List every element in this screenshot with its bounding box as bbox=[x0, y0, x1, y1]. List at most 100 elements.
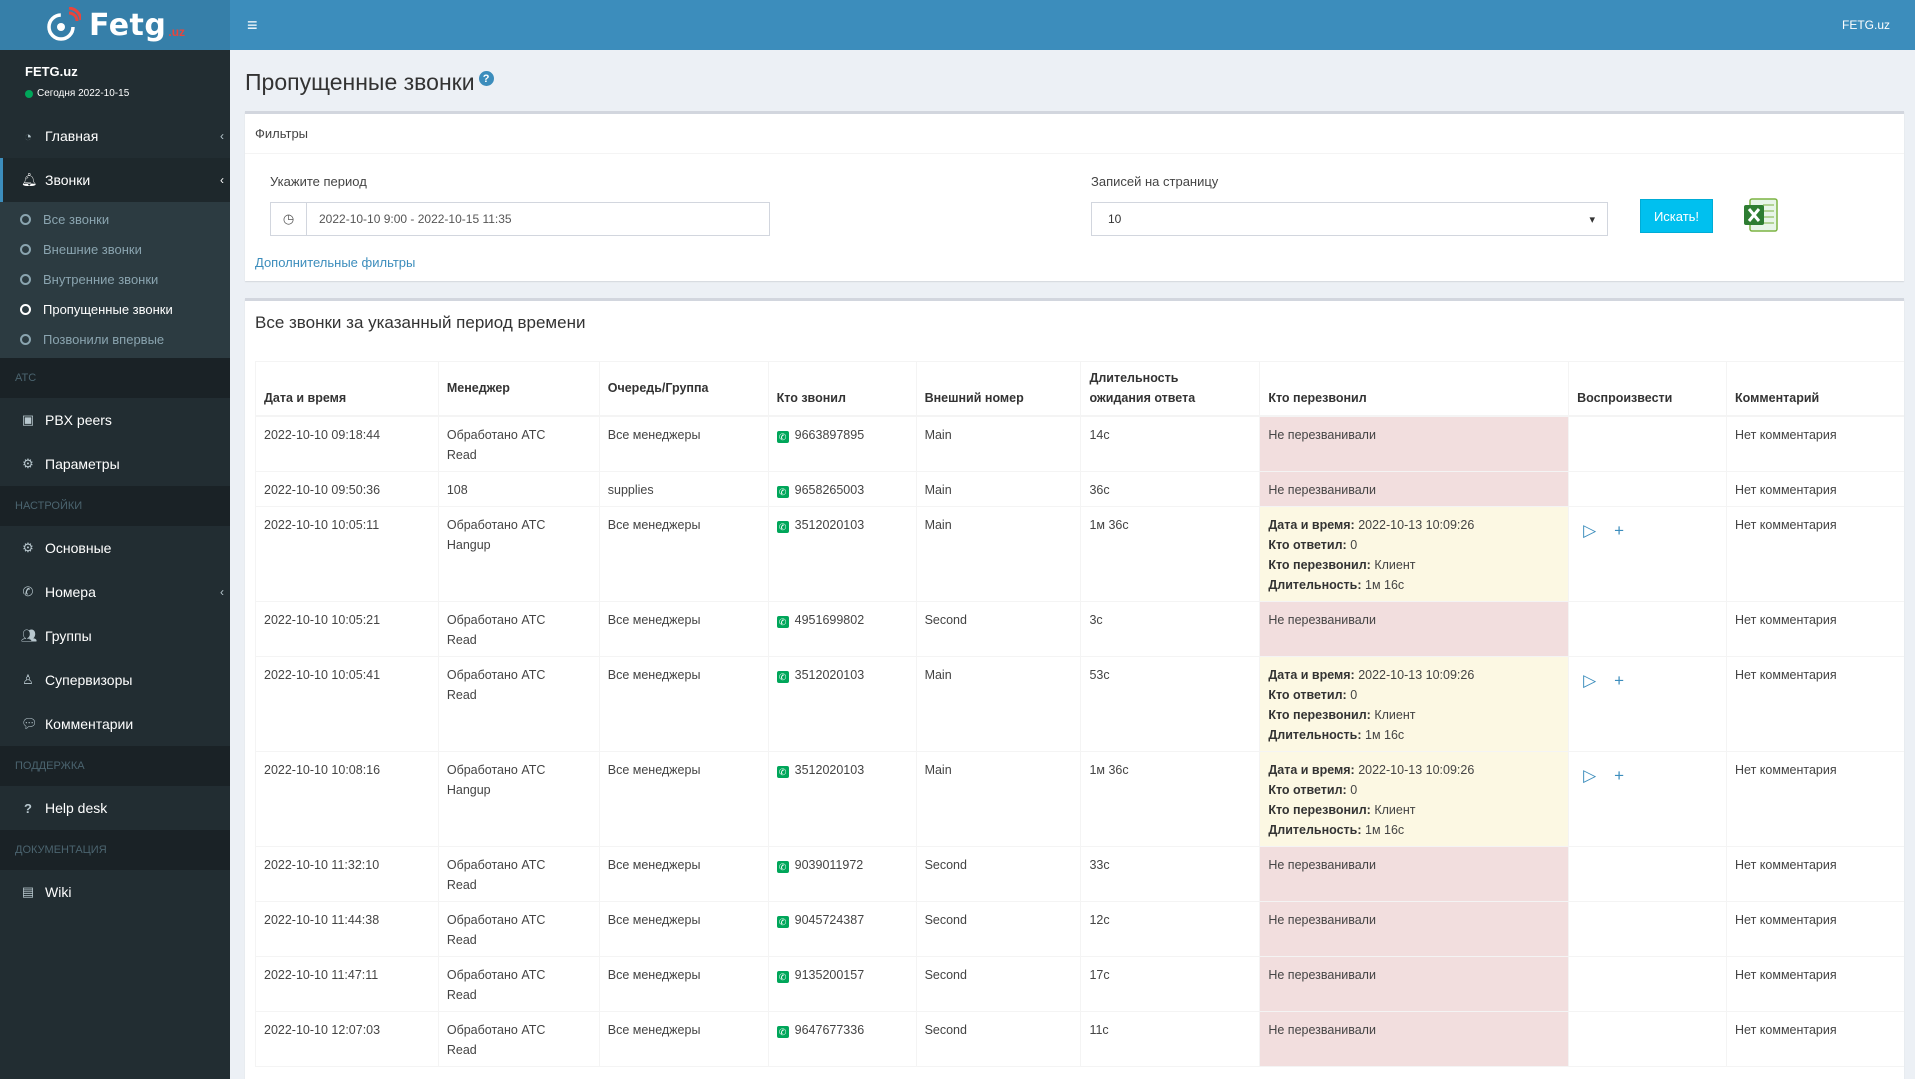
table-row: 2022-10-10 09:18:44 Обработано АТС Read Все… bbox=[255, 415, 1904, 472]
users-icon: 👥︎ bbox=[21, 628, 38, 643]
caller-cell: ✆ 3512020103 bbox=[767, 656, 917, 752]
sidebar-item-helpdesk[interactable]: ? Help desk bbox=[0, 786, 230, 830]
topbar-user[interactable]: FETG.uz bbox=[1842, 18, 1890, 32]
cb-answered-value: 0 bbox=[1350, 688, 1358, 702]
comment-cell[interactable]: Нет комментария bbox=[1726, 506, 1904, 602]
play-cell bbox=[1568, 1011, 1728, 1067]
online-dot-icon bbox=[25, 89, 33, 98]
sidebar-header-settings: НАСТРОЙКИ bbox=[0, 486, 230, 526]
col-wait[interactable]: Длительность ожидания ответа bbox=[1080, 361, 1261, 417]
sidebar-item-params[interactable]: ⚙ Параметры bbox=[0, 442, 230, 486]
play-icon[interactable]: ▷ bbox=[1583, 766, 1596, 786]
plus-icon[interactable]: + bbox=[1614, 766, 1624, 786]
phone-icon: ✆ bbox=[776, 971, 789, 983]
gear-icon: ⚙ bbox=[22, 540, 34, 555]
play-icon[interactable]: ▷ bbox=[1583, 671, 1596, 691]
user-status-text: Сегодня 2022-10-15 bbox=[37, 88, 130, 99]
col-comment[interactable]: Комментарий bbox=[1726, 361, 1904, 417]
excel-export-icon[interactable] bbox=[1742, 196, 1780, 234]
manager-cell: Обработано АТС Hangup bbox=[437, 751, 600, 847]
help-icon[interactable]: ? bbox=[478, 71, 494, 86]
callback-cell: Дата и время: 2022-10-13 10:09:26 Кто отв… bbox=[1259, 751, 1570, 847]
sidebar-item-calls[interactable]: 🔔︎ Звонки ‹ bbox=[0, 158, 230, 202]
caller-number[interactable]: 9663897895 bbox=[795, 428, 865, 442]
caller-number[interactable]: 9647677336 bbox=[795, 1023, 865, 1037]
wait-cell: 14с bbox=[1080, 415, 1261, 472]
sidebar-subitem-all-calls[interactable]: Все звонки bbox=[0, 204, 230, 234]
caller-cell: ✆ 9647677336 bbox=[767, 1011, 917, 1067]
phone-icon: ✆ bbox=[776, 486, 789, 498]
manager-status: Read bbox=[446, 448, 477, 462]
play-cell bbox=[1568, 901, 1728, 957]
sidebar-subitem-missed-calls[interactable]: Пропущенные звонки bbox=[0, 294, 230, 324]
col-play[interactable]: Воспроизвести bbox=[1568, 361, 1728, 417]
caller-number[interactable]: 4951699802 bbox=[795, 613, 865, 627]
comment-cell[interactable]: Нет комментария bbox=[1726, 846, 1904, 902]
play-icon[interactable]: ▷ bbox=[1583, 521, 1596, 541]
col-caller[interactable]: Кто звонил bbox=[767, 361, 917, 417]
manager-name: Обработано АТС bbox=[446, 913, 546, 927]
comment-cell[interactable]: Нет комментария bbox=[1726, 415, 1904, 472]
comment-cell[interactable]: Нет комментария bbox=[1726, 956, 1904, 1012]
queue-cell: supplies bbox=[598, 471, 769, 507]
sidebar-subitem-internal-calls[interactable]: Внутренние звонки bbox=[0, 264, 230, 294]
sidebar-subitem-external-calls[interactable]: Внешние звонки bbox=[0, 234, 230, 264]
caller-number[interactable]: 3512020103 bbox=[795, 518, 865, 532]
cb-called-back-label: Кто перезвонил: bbox=[1268, 803, 1371, 817]
cb-duration-value: 1м 16с bbox=[1365, 578, 1405, 592]
col-queue[interactable]: Очередь/Группа bbox=[598, 361, 769, 417]
sidebar-item-numbers[interactable]: ✆ Номера ‹ bbox=[0, 570, 230, 614]
sidebar-subitem-label: Все звонки bbox=[43, 211, 110, 227]
circle-icon bbox=[20, 243, 31, 255]
caller-number[interactable]: 9045724387 bbox=[795, 913, 865, 927]
datetime-cell: 2022-10-10 11:47:11 bbox=[255, 956, 439, 1012]
sidebar-item-label: Комментарии bbox=[45, 716, 134, 732]
col-datetime[interactable]: Дата и время bbox=[255, 361, 439, 417]
caller-number[interactable]: 9039011972 bbox=[795, 858, 864, 872]
plus-icon[interactable]: + bbox=[1614, 521, 1624, 541]
logo[interactable]: Fetg .uz bbox=[0, 0, 230, 50]
col-external[interactable]: Внешний номер bbox=[915, 361, 1082, 417]
plus-icon[interactable]: + bbox=[1614, 671, 1624, 691]
col-manager[interactable]: Менеджер bbox=[437, 361, 600, 417]
sidebar-item-supervisors[interactable]: ♙ Супервизоры bbox=[0, 658, 230, 702]
more-filters-link[interactable]: Дополнительные фильтры bbox=[255, 255, 415, 270]
callback-cell: Не перезванивали bbox=[1259, 601, 1570, 657]
calls-table: Дата и время Менеджер Очередь/Группа Кто… bbox=[255, 361, 1904, 1067]
cb-duration-label: Длительность: bbox=[1268, 728, 1362, 742]
search-button[interactable]: Искать! bbox=[1640, 199, 1713, 233]
col-callback[interactable]: Кто перезвонил bbox=[1259, 361, 1570, 417]
sidebar-item-pbx-peers[interactable]: ▣ PBX peers bbox=[0, 398, 230, 442]
sidebar-item-comments[interactable]: 💬︎ Комментарии bbox=[0, 702, 230, 746]
play-cell: ▷ + bbox=[1568, 656, 1728, 752]
sidebar-item-wiki[interactable]: ▤ Wiki bbox=[0, 870, 230, 914]
comment-cell[interactable]: Нет комментария bbox=[1726, 901, 1904, 957]
comment-cell[interactable]: Нет комментария bbox=[1726, 471, 1904, 507]
comment-cell[interactable]: Нет комментария bbox=[1726, 751, 1904, 847]
comment-cell[interactable]: Нет комментария bbox=[1726, 1011, 1904, 1067]
period-value: 2022-10-10 9:00 - 2022-10-15 11:35 bbox=[319, 212, 512, 226]
callback-cell: Не перезванивали bbox=[1259, 415, 1570, 472]
menu-toggle-icon[interactable]: ≡ bbox=[245, 15, 260, 36]
comment-cell[interactable]: Нет комментария bbox=[1726, 656, 1904, 752]
queue-cell: Все менеджеры bbox=[598, 656, 769, 752]
caller-number[interactable]: 9135200157 bbox=[795, 968, 865, 982]
comment-cell[interactable]: Нет комментария bbox=[1726, 601, 1904, 657]
user-name: FETG.uz bbox=[25, 64, 78, 79]
callback-cell: Дата и время: 2022-10-13 10:09:26 Кто отв… bbox=[1259, 506, 1570, 602]
external-cell: Main bbox=[915, 471, 1082, 507]
play-cell bbox=[1568, 471, 1728, 507]
phone-icon: ✆ bbox=[776, 1026, 789, 1038]
caller-number[interactable]: 3512020103 bbox=[795, 763, 865, 777]
per-page-select[interactable]: 10 ▾ bbox=[1091, 202, 1608, 236]
sidebar-item-groups[interactable]: 👥︎ Группы bbox=[0, 614, 230, 658]
caller-number[interactable]: 9658265003 bbox=[795, 483, 865, 497]
caller-cell: ✆ 9663897895 bbox=[767, 415, 917, 472]
sidebar-subitem-first-calls[interactable]: Позвонили впервые bbox=[0, 324, 230, 354]
queue-cell: Все менеджеры bbox=[598, 901, 769, 957]
sidebar-item-main[interactable]: ◔ Главная ‹ bbox=[0, 114, 230, 158]
sidebar-item-basic[interactable]: ⚙ Основные bbox=[0, 526, 230, 570]
caller-number[interactable]: 3512020103 bbox=[795, 668, 865, 682]
logo-icon bbox=[47, 7, 81, 41]
period-input[interactable]: ◷ 2022-10-10 9:00 - 2022-10-15 11:35 bbox=[270, 202, 770, 236]
